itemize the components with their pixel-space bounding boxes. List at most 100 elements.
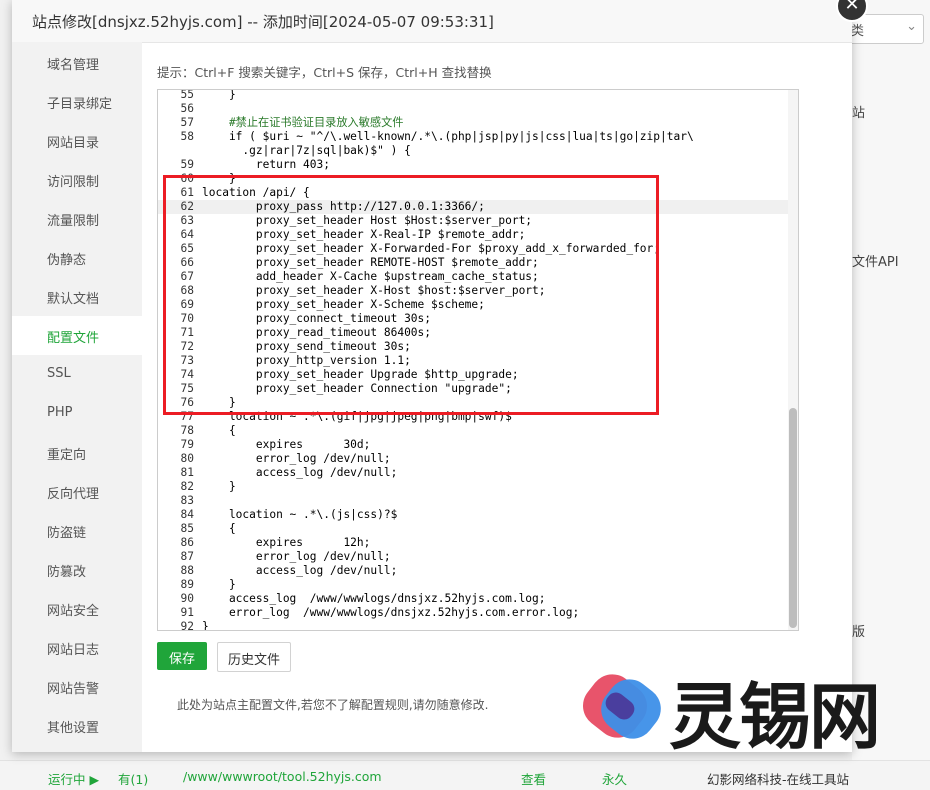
sidebar-item-label: 防篡改: [47, 565, 87, 580]
site-backup[interactable]: 有(1): [118, 769, 148, 788]
code-line[interactable]: 85 {: [158, 522, 798, 536]
sidebar-item[interactable]: 域名管理: [12, 43, 142, 82]
code-line[interactable]: 91 error_log /www/wwwlogs/dnsjxz.52hyjs.…: [158, 606, 798, 620]
line-code: {: [202, 522, 236, 535]
modal-sidebar: 域名管理子目录绑定网站目录访问限制流量限制伪静态默认文档配置文件 SSL PHP 重定…: [12, 42, 142, 752]
code-line[interactable]: 83: [158, 494, 798, 508]
sidebar-item-label: 默认文档: [47, 292, 100, 307]
line-code: error_log /www/wwwlogs/dnsjxz.52hyjs.com…: [202, 606, 580, 619]
line-number: 59: [180, 158, 194, 171]
sidebar-item[interactable]: SSL: [12, 355, 142, 394]
code-line[interactable]: 82 }: [158, 480, 798, 494]
sidebar-item[interactable]: 重定向: [12, 433, 142, 472]
sidebar-item[interactable]: 网站安全: [12, 589, 142, 628]
line-code: access_log /dev/null;: [202, 564, 398, 577]
line-number: 83: [180, 494, 194, 507]
code-line[interactable]: 87 error_log /dev/null;: [158, 550, 798, 564]
sidebar-item-label: 网站安全: [47, 604, 100, 619]
site-remark: 幻影网络科技-在线工具站: [707, 772, 850, 787]
editor-scrollbar-thumb[interactable]: [789, 408, 797, 628]
code-line[interactable]: 89 }: [158, 578, 798, 592]
code-line[interactable]: 84 location ~ .*\.(js|css)?$: [158, 508, 798, 522]
line-code: {: [202, 424, 236, 437]
code-line[interactable]: 78 {: [158, 424, 798, 438]
sidebar-item-label: 伪静态: [47, 253, 87, 268]
config-warning-note: 此处为站点主配置文件,若您不了解配置规则,请勿随意修改.: [177, 698, 489, 712]
sidebar-item[interactable]: 访问限制: [12, 160, 142, 199]
code-line[interactable]: 79 expires 30d;: [158, 438, 798, 452]
line-code: location ~ .*\.(js|css)?$: [202, 508, 398, 521]
sidebar-item[interactable]: 配置文件: [12, 316, 142, 355]
sidebar-item[interactable]: 伪静态: [12, 238, 142, 277]
line-number: 81: [180, 466, 194, 479]
annotation-highlight-box: [163, 175, 659, 415]
line-number: 91: [180, 606, 194, 619]
background-right-text: 站: [852, 106, 866, 121]
background-select-value: 类: [851, 24, 865, 39]
code-line[interactable]: 58 if ( $uri ~ "^/\.well-known/.*\.(php|…: [158, 130, 798, 144]
line-number: 56: [180, 102, 194, 115]
code-line[interactable]: 88 access_log /dev/null;: [158, 564, 798, 578]
line-code: }: [202, 620, 209, 631]
site-status[interactable]: 运行中 ▶: [48, 769, 99, 788]
line-number: 90: [180, 592, 194, 605]
code-line[interactable]: 56: [158, 102, 798, 116]
line-number: 86: [180, 536, 194, 549]
line-number: 57: [180, 116, 194, 129]
sidebar-item[interactable]: 默认文档: [12, 277, 142, 316]
sidebar-item[interactable]: 反向代理: [12, 472, 142, 511]
background-site-row: 运行中 ▶ 有(1) /www/wwwroot/tool.52hyjs.com …: [0, 760, 930, 790]
code-line[interactable]: 57 #禁止在证书验证目录放入敏感文件: [158, 116, 798, 130]
code-line[interactable]: 92}: [158, 620, 798, 631]
line-number: 55: [180, 89, 194, 101]
sidebar-item-label: 配置文件: [47, 331, 100, 346]
line-number: 82: [180, 480, 194, 493]
sidebar-item[interactable]: PHP: [12, 394, 142, 433]
code-line[interactable]: 55 }: [158, 89, 798, 102]
watermark-logo: 灵锡网: [583, 660, 893, 759]
sidebar-item-label: 子目录绑定: [47, 97, 113, 112]
code-line[interactable]: 86 expires 12h;: [158, 536, 798, 550]
sidebar-item[interactable]: 网站日志: [12, 628, 142, 667]
line-code: error_log /dev/null;: [202, 452, 391, 465]
modal-title-bar: 站点修改[dnsjxz.52hyjs.com] -- 添加时间[2024-05-…: [12, 0, 852, 43]
site-path[interactable]: /www/wwwroot/tool.52hyjs.com: [183, 769, 382, 784]
line-code: expires 12h;: [202, 536, 371, 549]
sidebar-item-label: 防盗链: [47, 526, 87, 541]
sidebar-item-label: 访问限制: [47, 175, 100, 190]
code-line[interactable]: 59 return 403;: [158, 158, 798, 172]
sidebar-item-label: 网站目录: [47, 136, 100, 151]
code-line[interactable]: 90 access_log /www/wwwlogs/dnsjxz.52hyjs…: [158, 592, 798, 606]
background-right-text: 文件API: [852, 255, 899, 270]
line-number: 84: [180, 508, 194, 521]
history-files-button[interactable]: 历史文件: [217, 642, 291, 672]
line-code: }: [202, 480, 236, 493]
sidebar-item[interactable]: 流量限制: [12, 199, 142, 238]
sidebar-item-label: 其他设置: [47, 721, 100, 736]
sidebar-item[interactable]: 其他设置: [12, 706, 142, 745]
site-view-link[interactable]: 查看: [521, 769, 546, 788]
save-button[interactable]: 保存: [157, 642, 207, 670]
close-icon: ✕: [844, 0, 860, 15]
sidebar-item[interactable]: 子目录绑定: [12, 82, 142, 121]
line-number: 85: [180, 522, 194, 535]
sidebar-item[interactable]: 网站目录: [12, 121, 142, 160]
sidebar-item[interactable]: 防篡改: [12, 550, 142, 589]
line-number: 92: [180, 620, 194, 631]
sidebar-item[interactable]: 防盗链: [12, 511, 142, 550]
line-code: #禁止在证书验证目录放入敏感文件: [202, 116, 404, 129]
sidebar-item-label: 域名管理: [47, 58, 100, 73]
sidebar-item-label: 反向代理: [47, 487, 100, 502]
code-line[interactable]: 80 error_log /dev/null;: [158, 452, 798, 466]
line-number: 78: [180, 424, 194, 437]
line-code: access_log /dev/null;: [202, 466, 398, 479]
line-code: .gz|rar|7z|sql|bak)$" ) {: [202, 144, 411, 157]
background-right-text: 版: [852, 625, 866, 640]
line-number: 87: [180, 550, 194, 563]
line-code: access_log /www/wwwlogs/dnsjxz.52hyjs.co…: [202, 592, 546, 605]
code-line[interactable]: 81 access_log /dev/null;: [158, 466, 798, 480]
sidebar-item[interactable]: 网站告警: [12, 667, 142, 706]
save-button-label: 保存: [168, 652, 195, 667]
line-number: 89: [180, 578, 194, 591]
code-line[interactable]: .gz|rar|7z|sql|bak)$" ) {: [158, 144, 798, 158]
